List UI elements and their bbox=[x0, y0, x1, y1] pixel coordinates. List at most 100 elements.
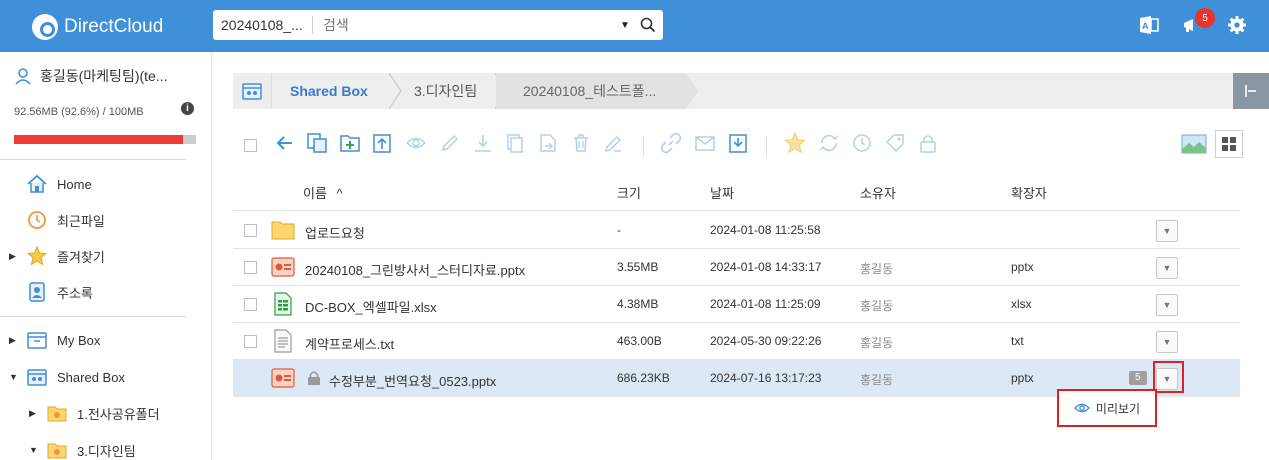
table-row[interactable]: 20240108_그린방사서_스터디자료.pptx 3.55MB 2024-01… bbox=[233, 249, 1240, 286]
column-header-date[interactable]: 날짜 bbox=[710, 183, 734, 202]
search-box: 20240108_... ▼ bbox=[213, 10, 663, 40]
collapse-arrow-icon[interactable]: ▼ bbox=[9, 372, 19, 382]
file-table-header: 이름 ^ 크기 날짜 소유자 확장자 bbox=[233, 173, 1240, 211]
copy-link-button[interactable] bbox=[304, 130, 330, 156]
file-date: 2024-07-16 13:17:23 bbox=[710, 371, 822, 385]
breadcrumb-current[interactable]: 20240108_테스트폴... bbox=[523, 73, 656, 109]
copy-button[interactable] bbox=[502, 130, 528, 156]
column-header-extension[interactable]: 확장자 bbox=[1011, 183, 1047, 202]
table-row[interactable]: 업로드요청 - 2024-01-08 11:25:58 ▼ bbox=[233, 212, 1240, 249]
expand-arrow-icon[interactable]: ▶ bbox=[9, 335, 19, 346]
user-icon bbox=[15, 68, 31, 85]
breadcrumb-separator bbox=[271, 73, 272, 109]
grid-view-button[interactable] bbox=[1215, 130, 1243, 158]
column-header-name[interactable]: 이름 ^ bbox=[303, 183, 343, 202]
upload-request-button[interactable] bbox=[725, 130, 751, 156]
star-icon bbox=[25, 244, 49, 268]
rename-button[interactable] bbox=[600, 130, 626, 156]
breadcrumb-item[interactable]: 3.디자인팀 bbox=[414, 73, 477, 109]
select-all-checkbox[interactable] bbox=[244, 139, 257, 152]
file-name[interactable]: 수정부분_번역요청_0523.pptx bbox=[329, 371, 496, 390]
sidebar-item-company-shared[interactable]: ▶ 1.전사공유폴더 bbox=[20, 399, 160, 427]
sidebar-item-recent[interactable]: 최근파일 bbox=[0, 206, 105, 234]
breadcrumb-item[interactable]: Shared Box bbox=[290, 73, 368, 109]
sync-button[interactable] bbox=[816, 130, 842, 156]
row-menu-button[interactable]: ▼ bbox=[1156, 220, 1178, 242]
quota-fill bbox=[14, 135, 183, 144]
sidebar-item-my-box[interactable]: ▶ My Box bbox=[0, 326, 100, 354]
column-label: 이름 bbox=[303, 186, 327, 201]
folder-icon bbox=[271, 221, 295, 240]
delete-button[interactable] bbox=[568, 130, 594, 156]
back-button[interactable] bbox=[272, 130, 298, 156]
upload-icon bbox=[373, 134, 391, 153]
box-icon bbox=[25, 328, 49, 352]
row-checkbox[interactable] bbox=[244, 224, 257, 237]
clock-icon bbox=[25, 208, 49, 232]
file-name[interactable]: 20240108_그린방사서_스터디자료.pptx bbox=[305, 260, 525, 279]
file-date: 2024-01-08 14:33:17 bbox=[710, 260, 822, 274]
caret-down-icon: ▼ bbox=[1162, 226, 1172, 236]
caret-down-icon: ▼ bbox=[1162, 337, 1172, 347]
row-menu-button[interactable]: ▼ bbox=[1156, 331, 1178, 353]
share-link-button[interactable] bbox=[658, 130, 684, 156]
panel-toggle-button[interactable] bbox=[1233, 73, 1269, 109]
expand-arrow-icon[interactable]: ▶ bbox=[9, 251, 19, 262]
table-row[interactable]: DC-BOX_엑셀파일.xlsx 4.38MB 2024-01-08 11:25… bbox=[233, 286, 1240, 323]
info-icon[interactable]: i bbox=[181, 102, 194, 115]
expand-arrow-icon[interactable]: ▶ bbox=[29, 408, 39, 419]
email-button[interactable] bbox=[692, 130, 718, 156]
row-menu-button[interactable]: ▼ bbox=[1156, 257, 1178, 279]
version-badge[interactable]: 5 bbox=[1129, 371, 1147, 385]
search-input[interactable] bbox=[313, 17, 617, 33]
office-app-button[interactable]: A bbox=[1137, 13, 1161, 37]
history-button[interactable] bbox=[849, 130, 875, 156]
row-checkbox[interactable] bbox=[244, 335, 257, 348]
sidebar-item-design-team[interactable]: ▼ 3.디자인팀 bbox=[20, 436, 136, 460]
file-extension: txt bbox=[1011, 334, 1024, 348]
highlight-box bbox=[1153, 361, 1184, 393]
preview-button[interactable] bbox=[403, 130, 429, 156]
shared-box-root-button[interactable] bbox=[233, 73, 271, 109]
favorite-button[interactable] bbox=[782, 130, 808, 156]
table-row[interactable]: 계약프로세스.txt 463.00B 2024-05-30 09:22:26 홍… bbox=[233, 323, 1240, 360]
file-name[interactable]: 업로드요청 bbox=[305, 223, 365, 242]
row-checkbox[interactable] bbox=[244, 298, 257, 311]
search-button[interactable] bbox=[633, 10, 663, 40]
settings-button[interactable] bbox=[1225, 13, 1249, 37]
search-scope[interactable]: 20240108_... bbox=[213, 16, 313, 34]
thumbnail-view-button[interactable] bbox=[1180, 130, 1208, 158]
preview-menu-item[interactable]: 미리보기 bbox=[1057, 389, 1157, 427]
column-header-owner[interactable]: 소유자 bbox=[860, 183, 896, 202]
download-button[interactable] bbox=[470, 130, 496, 156]
new-folder-button[interactable] bbox=[337, 130, 363, 156]
file-owner: 홍길동 bbox=[860, 373, 894, 387]
file-name[interactable]: DC-BOX_엑셀파일.xlsx bbox=[305, 297, 437, 316]
upload-button[interactable] bbox=[369, 130, 395, 156]
breadcrumb: Shared Box 3.디자인팀 20240108_테스트폴... bbox=[233, 73, 1263, 109]
lock-icon bbox=[308, 371, 320, 385]
user-profile[interactable]: 홍길동(마케팅팀)(te... bbox=[14, 66, 168, 86]
tag-button[interactable] bbox=[882, 130, 908, 156]
sidebar-item-label: 즐겨찾기 bbox=[57, 249, 105, 265]
lock-button[interactable] bbox=[915, 130, 941, 156]
row-menu-button[interactable]: ▼ bbox=[1156, 294, 1178, 316]
mail-icon bbox=[695, 136, 715, 151]
directcloud-logo[interactable]: DirectCloud bbox=[32, 14, 163, 40]
pptx-file-icon bbox=[271, 257, 295, 277]
row-checkbox[interactable] bbox=[244, 261, 257, 274]
collapse-arrow-icon[interactable]: ▼ bbox=[29, 445, 39, 455]
sync-icon bbox=[819, 134, 839, 152]
sidebar-item-favorites[interactable]: ▶ 즐겨찾기 bbox=[0, 242, 105, 270]
sidebar-item-shared-box[interactable]: ▼ Shared Box bbox=[0, 363, 125, 391]
search-scope-dropdown-icon[interactable]: ▼ bbox=[617, 20, 633, 31]
column-header-size[interactable]: 크기 bbox=[617, 183, 641, 202]
sort-ascending-icon: ^ bbox=[336, 186, 343, 201]
file-name[interactable]: 계약프로세스.txt bbox=[305, 334, 394, 353]
sidebar-item-contacts[interactable]: 주소록 bbox=[0, 278, 93, 306]
move-button[interactable] bbox=[535, 130, 561, 156]
sidebar-item-home[interactable]: Home bbox=[0, 170, 92, 198]
edit-button[interactable] bbox=[437, 130, 463, 156]
shared-box-icon bbox=[25, 365, 49, 389]
arrow-left-icon bbox=[276, 136, 292, 150]
